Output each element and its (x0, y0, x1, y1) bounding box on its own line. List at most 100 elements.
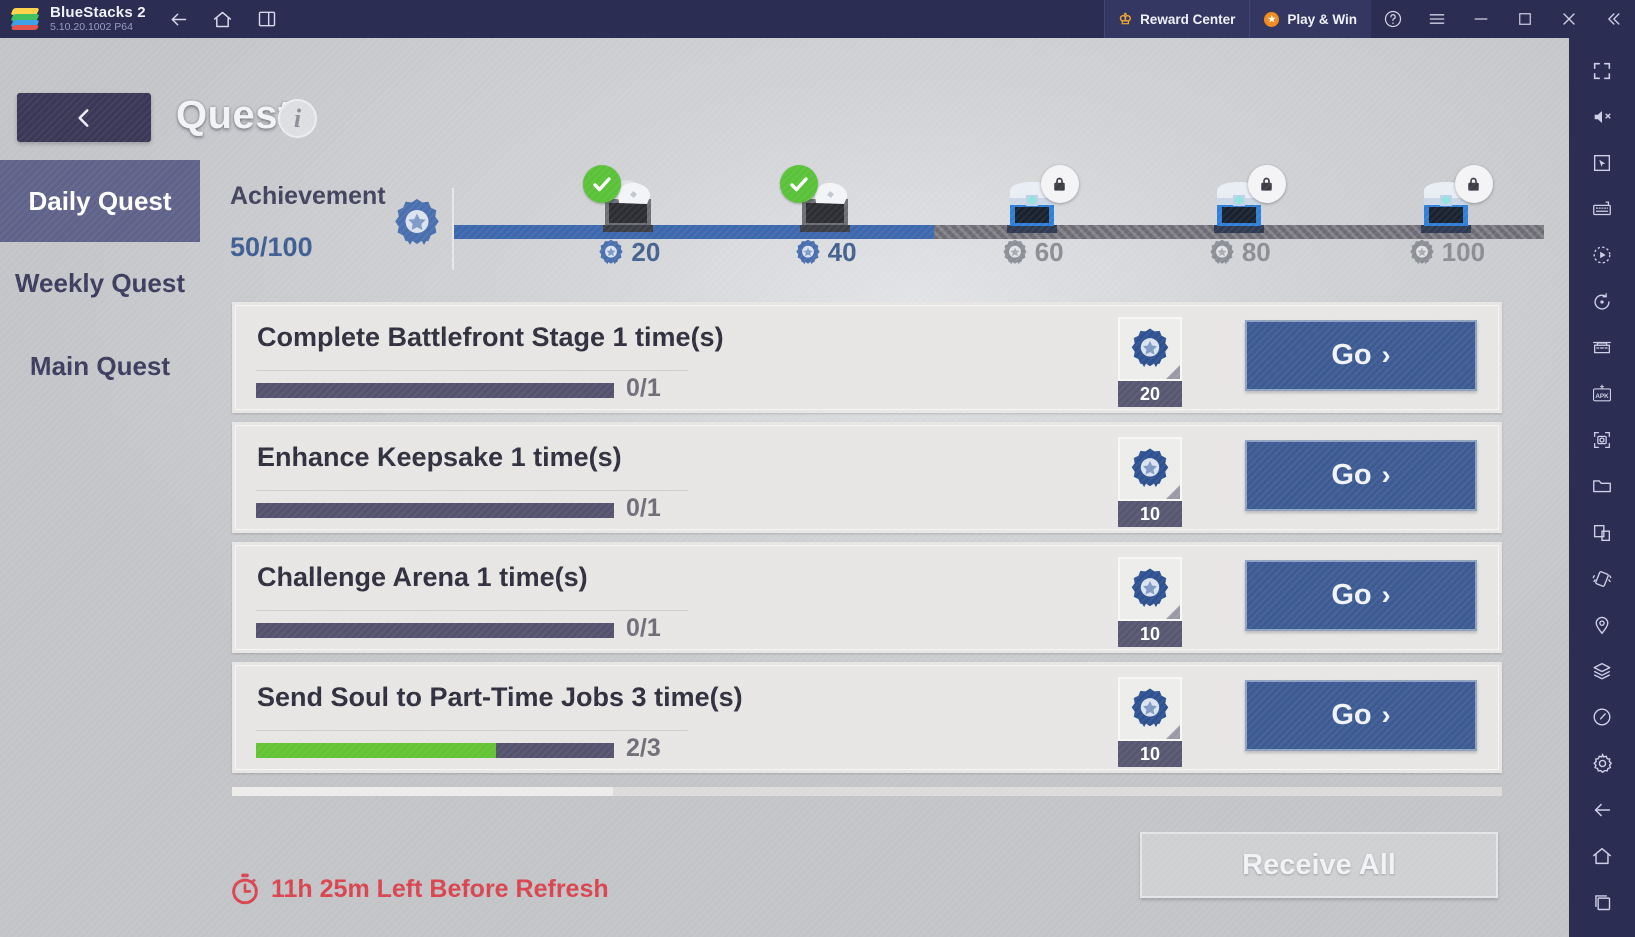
milestone-points: 60 (1034, 237, 1064, 267)
play-and-win-button[interactable]: ★ Play & Win (1249, 0, 1371, 38)
quest-go-button[interactable]: Go › (1245, 440, 1477, 511)
location-icon[interactable] (1581, 606, 1623, 643)
quest-title: Complete Battlefront Stage 1 time(s) (257, 322, 724, 352)
shake-icon[interactable] (1581, 560, 1623, 597)
milestone-80[interactable]: 80 (1179, 165, 1299, 268)
nav-label: Main Quest (29, 350, 171, 381)
go-label: Go (1331, 459, 1372, 491)
fullscreen-icon[interactable] (1581, 52, 1623, 89)
sidebar-item-weekly-quest[interactable]: Weekly Quest (0, 242, 200, 324)
claimed-check-icon (779, 165, 818, 203)
keyboard-controls-icon[interactable] (1581, 191, 1623, 228)
back-chevron-icon (78, 108, 89, 127)
home-icon[interactable] (212, 8, 234, 30)
receive-all-button[interactable]: Receive All (1140, 832, 1498, 898)
android-home-icon[interactable] (1581, 837, 1623, 874)
rotate-icon[interactable] (1581, 283, 1623, 320)
quest-progress-text: 2/3 (626, 734, 661, 762)
reward-points: 10 (1118, 621, 1182, 647)
macro-record-icon[interactable] (1581, 237, 1623, 274)
multi-instance-manager-icon[interactable] (1581, 329, 1623, 366)
lock-icon (1247, 165, 1286, 203)
titlebar-nav-icons (168, 8, 278, 30)
quest-progress-bar (256, 623, 614, 638)
milestone-100[interactable]: 100 (1386, 165, 1506, 268)
quest-go-button[interactable]: Go › (1245, 560, 1477, 631)
achievement-track: 20 40 60 80 100 (454, 165, 1544, 267)
help-icon[interactable] (1371, 0, 1415, 38)
milestone-20[interactable]: 20 (568, 165, 688, 268)
milestone-caption: 100 (1386, 237, 1506, 268)
quest-title: Challenge Arena 1 time(s) (257, 562, 588, 592)
achievement-value: 50/100 (230, 232, 313, 262)
screenshot-icon[interactable] (1581, 422, 1623, 459)
go-label: Go (1331, 579, 1372, 611)
star-badge-icon: ★ (1264, 11, 1280, 27)
back-arrow-icon[interactable] (168, 8, 190, 30)
quest-rule (256, 490, 688, 491)
milestone-caption: 80 (1179, 237, 1299, 268)
receive-all-label: Receive All (1242, 848, 1396, 881)
quest-list-scrollbar[interactable] (232, 787, 1502, 796)
quest-reward: 20 (1118, 317, 1182, 407)
quest-rule (256, 610, 688, 611)
quest-reward: 10 (1118, 437, 1182, 527)
milestone-60[interactable]: 60 (972, 165, 1092, 268)
quest-rule (256, 730, 688, 731)
reward-points: 20 (1118, 381, 1182, 407)
nav-divider (20, 407, 180, 408)
bluestacks-window: BlueStacks 2 5.10.20.1002 P64 ♔ Reward C… (0, 0, 1635, 937)
android-recents-icon[interactable] (1581, 884, 1623, 921)
back-button[interactable] (17, 93, 151, 142)
timer-text: 11h 25m Left Before Refresh (271, 874, 609, 903)
go-label: Go (1331, 339, 1372, 371)
bluestacks-logo-icon (10, 8, 40, 30)
quest-go-button[interactable]: Go › (1245, 680, 1477, 751)
minimize-icon[interactable] (1459, 0, 1503, 38)
svg-text:APK: APK (1595, 393, 1609, 400)
maximize-icon[interactable] (1503, 0, 1547, 38)
quest-nav: Daily Quest Weekly Quest Main Quest (0, 160, 200, 937)
window-controls (1371, 0, 1635, 38)
app-identity: BlueStacks 2 5.10.20.1002 P64 (50, 5, 146, 33)
reward-badge-card (1118, 317, 1182, 381)
milestone-caption: 40 (765, 237, 885, 268)
chevron-right-icon: › (1381, 580, 1391, 610)
points-badge-icon (1210, 239, 1234, 264)
multi-instance-icon[interactable] (256, 8, 278, 30)
install-apk-icon[interactable]: APK (1581, 375, 1623, 412)
copy-icon[interactable] (1581, 514, 1623, 551)
menu-icon[interactable] (1415, 0, 1459, 38)
quest-progress-bar (256, 503, 614, 518)
info-icon[interactable]: i (278, 99, 317, 138)
stopwatch-icon (232, 873, 258, 905)
android-back-icon[interactable] (1581, 791, 1623, 828)
quest-row: Complete Battlefront Stage 1 time(s) 0/1 (232, 302, 1502, 413)
layers-icon[interactable] (1581, 653, 1623, 690)
media-folder-icon[interactable] (1581, 468, 1623, 505)
reward-badge-card (1118, 557, 1182, 621)
chest-locked-icon (993, 165, 1079, 235)
achievement-panel: Achievement 50/100 20 40 60 80 100 (200, 160, 1569, 300)
close-icon[interactable] (1547, 0, 1591, 38)
points-badge-icon (795, 239, 820, 264)
mute-icon[interactable] (1581, 98, 1623, 135)
milestone-40[interactable]: 40 (765, 165, 885, 268)
collapse-icon[interactable] (1591, 0, 1635, 38)
quest-go-button[interactable]: Go › (1245, 320, 1477, 391)
sidebar-item-daily-quest[interactable]: Daily Quest (0, 160, 200, 242)
chevron-right-icon: › (1381, 340, 1391, 370)
quest-header: Quest i (0, 38, 1569, 160)
milestone-points: 100 (1441, 237, 1486, 267)
reward-center-button[interactable]: ♔ Reward Center (1103, 0, 1250, 38)
cursor-icon[interactable] (1581, 144, 1623, 181)
points-badge-icon (1131, 328, 1169, 367)
lock-icon (1454, 165, 1493, 203)
quest-row: Enhance Keepsake 1 time(s) 0/1 10 Go › (232, 422, 1502, 533)
sidebar-item-main-quest[interactable]: Main Quest (0, 325, 200, 407)
lock-icon (1040, 165, 1079, 203)
settings-gear-icon[interactable] (1581, 745, 1623, 782)
performance-icon[interactable] (1581, 699, 1623, 736)
quest-progress-text: 0/1 (626, 374, 661, 402)
chevron-right-icon: › (1381, 460, 1391, 490)
